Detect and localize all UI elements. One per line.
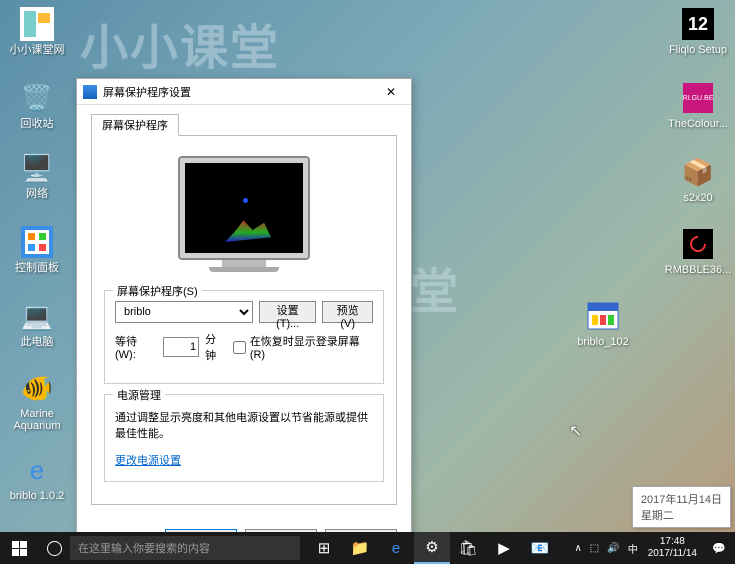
date-tooltip: 2017年11月14日星期二 [632,486,731,528]
desktop-icon-network[interactable]: 🖥️网络 [6,150,68,200]
taskbar-app[interactable]: ▶ [486,532,522,564]
tray-ime-icon[interactable]: 中 [628,541,638,556]
settings-button[interactable]: 设置(T)... [259,301,316,323]
system-tray[interactable]: ∧ ⬚ 🔊 中 [570,541,641,556]
dialog-titlebar[interactable]: 屏幕保护程序设置 ✕ [77,79,411,105]
taskbar-edge[interactable]: e [378,532,414,564]
wait-label: 等待(W): [115,333,157,361]
watermark-text: 小小课堂 [80,8,280,78]
screensaver-preview-monitor [104,156,384,272]
power-management-group: 电源管理 通过调整显示亮度和其他电源设置以节省能源或提供最佳性能。 更改电源设置 [104,394,384,482]
resume-login-checkbox[interactable] [233,341,246,354]
start-button[interactable] [0,532,38,564]
tab-screensaver[interactable]: 屏幕保护程序 [91,114,179,136]
action-center-button[interactable]: 💬 [703,532,735,564]
tray-overflow-icon[interactable]: ∧ [574,543,581,554]
taskbar: 在这里输入你要搜索的内容 ⊞ 📁 e ⚙ 🛍 ▶ 📧 ∧ ⬚ 🔊 中 17:48… [0,532,735,564]
close-button[interactable]: ✕ [371,79,411,105]
wait-minutes-input[interactable] [163,337,199,357]
screensaver-select[interactable]: briblo [115,301,253,323]
preview-button[interactable]: 预览(V) [322,301,373,323]
desktop-icon-app[interactable]: 小小课堂网 [6,6,68,56]
watermark-text: 堂 [410,252,460,322]
change-power-settings-link[interactable]: 更改电源设置 [115,455,181,467]
wait-unit: 分钟 [205,331,227,363]
desktop-icon-thecolour[interactable]: RI.GU.BE TheColour... [667,80,729,130]
desktop-icon-this-pc[interactable]: 💻此电脑 [6,298,68,348]
desktop-icon-control-panel[interactable]: 控制面板 [6,224,68,274]
resume-login-checkbox-label[interactable]: 在恢复时显示登录屏幕(R) [233,333,373,361]
desktop-icon-marine-aquarium[interactable]: 🐠Marine Aquarium [6,370,68,432]
desktop-icon-recycle-bin[interactable]: 🗑️回收站 [6,80,68,130]
desktop-icon-fliqlo[interactable]: 12 Fliqlo Setup [667,6,729,56]
cortana-button[interactable] [38,532,70,564]
taskbar-app2[interactable]: 📧 [522,532,558,564]
desktop-icon-rmbble[interactable]: RMBBLE36... [667,226,729,276]
taskbar-store[interactable]: 🛍 [450,532,486,564]
group-title: 屏幕保护程序(S) [113,283,202,299]
tray-network-icon[interactable]: ⬚ [590,543,599,554]
screensaver-group: 屏幕保护程序(S) briblo 设置(T)... 预览(V) 等待(W): 分… [104,290,384,384]
search-input[interactable]: 在这里输入你要搜索的内容 [70,536,300,560]
desktop-icon-briblo102[interactable]: briblo_102 [572,298,634,348]
task-view-button[interactable]: ⊞ [306,532,342,564]
taskbar-control-panel[interactable]: ⚙ [414,532,450,564]
desktop-icon-briblo[interactable]: ebriblo 1.0.2 [6,452,68,502]
dialog-title: 屏幕保护程序设置 [103,84,371,100]
power-description: 通过调整显示亮度和其他电源设置以节省能源或提供最佳性能。 [115,409,373,441]
group-title: 电源管理 [113,387,165,403]
taskbar-file-explorer[interactable]: 📁 [342,532,378,564]
screensaver-settings-dialog: 屏幕保护程序设置 ✕ 屏幕保护程序 屏幕保护程序(S) briblo 设置(T)… [76,78,412,562]
desktop-icon-s2x20[interactable]: 📦s2x20 [667,154,729,204]
dialog-icon [83,85,97,99]
mouse-cursor: ↖ [569,421,582,441]
tray-volume-icon[interactable]: 🔊 [607,543,619,554]
taskbar-clock[interactable]: 17:482017/11/14 [642,536,703,560]
